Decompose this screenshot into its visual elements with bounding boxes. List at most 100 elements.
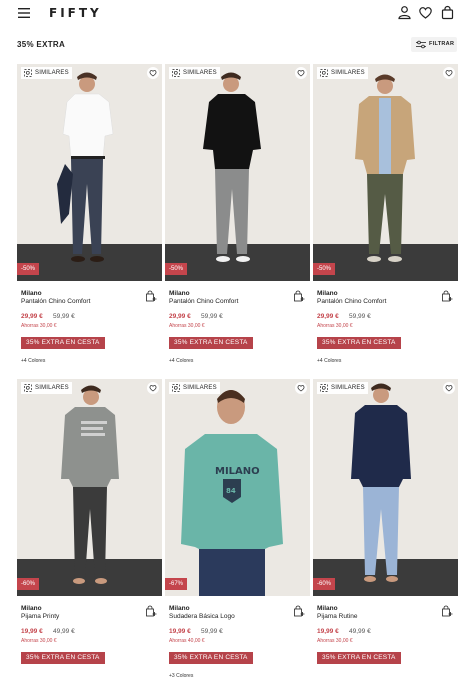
wishlist-button[interactable] xyxy=(295,67,307,79)
similar-label: SIMILARES xyxy=(35,70,69,76)
filter-label: FILTRAR xyxy=(429,41,455,47)
filter-button[interactable]: FILTRAR xyxy=(411,37,457,52)
add-to-bag-icon[interactable] xyxy=(293,605,305,617)
wishlist-button[interactable] xyxy=(147,382,159,394)
wishlist-button[interactable] xyxy=(443,382,455,394)
promo-tag: 35% EXTRA EN CESTA xyxy=(317,652,401,664)
savings-text: Ahorras 30,00 € xyxy=(317,323,353,329)
heart-icon xyxy=(445,385,453,392)
model-teal-sweatshirt-image: MILANO 84 xyxy=(165,379,310,596)
visual-search-icon xyxy=(172,384,180,392)
discount-badge: -60% xyxy=(17,578,40,590)
heart-icon xyxy=(149,385,157,392)
product-image[interactable]: SIMILARES -50% xyxy=(17,64,162,281)
savings-text: Ahorras 30,00 € xyxy=(169,323,205,329)
product-image[interactable]: SIMILARES -60% xyxy=(313,379,458,596)
product-image[interactable]: SIMILARES -50% xyxy=(165,64,310,281)
similar-button[interactable]: SIMILARES xyxy=(21,382,72,394)
product-brand: Milano xyxy=(21,290,42,297)
product-image[interactable]: SIMILARES -50% xyxy=(313,64,458,281)
visual-search-icon xyxy=(320,69,328,77)
model-grey-pajama-image xyxy=(17,379,162,596)
product-brand: Milano xyxy=(317,290,338,297)
visual-search-icon xyxy=(172,69,180,77)
promo-tag: 35% EXTRA EN CESTA xyxy=(21,652,105,664)
bag-icon[interactable] xyxy=(440,5,455,20)
discount-badge: -50% xyxy=(165,263,188,275)
product-name[interactable]: Pantalón Chino Comfort xyxy=(21,298,90,305)
similar-label: SIMILARES xyxy=(331,70,365,76)
similar-label: SIMILARES xyxy=(35,385,69,391)
model-navy-pajama-image xyxy=(313,379,458,596)
promo-tag: 35% EXTRA EN CESTA xyxy=(169,337,253,349)
sale-price: 19,99 € xyxy=(317,628,339,635)
model-beige-jacket-image xyxy=(313,64,458,281)
product-name[interactable]: Pantalón Chino Comfort xyxy=(317,298,386,305)
savings-text: Ahorras 40,00 € xyxy=(169,638,205,644)
color-count[interactable]: +4 Colores xyxy=(21,358,45,364)
original-price: 49,99 € xyxy=(349,628,371,635)
model-black-polo-image xyxy=(165,64,310,281)
sliders-icon xyxy=(416,40,426,49)
similar-button[interactable]: SIMILARES xyxy=(21,67,72,79)
sale-price: 29,99 € xyxy=(21,313,43,320)
add-to-bag-icon[interactable] xyxy=(145,290,157,302)
page-title: 35% EXTRA xyxy=(17,40,66,49)
heart-icon xyxy=(297,385,305,392)
product-brand: Milano xyxy=(169,605,190,612)
product-name[interactable]: Pijama Rutine xyxy=(317,613,357,620)
wishlist-button[interactable] xyxy=(147,67,159,79)
heart-icon xyxy=(445,70,453,77)
heart-icon xyxy=(297,70,305,77)
discount-badge: -60% xyxy=(313,578,336,590)
product-brand: Milano xyxy=(21,605,42,612)
product-name[interactable]: Pantalón Chino Comfort xyxy=(169,298,238,305)
sale-price: 19,99 € xyxy=(169,628,191,635)
model-white-shirt-image xyxy=(17,64,162,281)
similar-button[interactable]: SIMILARES xyxy=(317,67,368,79)
product-name[interactable]: Pijama Printy xyxy=(21,613,59,620)
original-price: 49,99 € xyxy=(53,628,75,635)
sale-price: 19,99 € xyxy=(21,628,43,635)
savings-text: Ahorras 30,00 € xyxy=(21,323,57,329)
promo-tag: 35% EXTRA EN CESTA xyxy=(21,337,105,349)
svg-text:MILANO: MILANO xyxy=(215,466,260,477)
add-to-bag-icon[interactable] xyxy=(145,605,157,617)
product-image[interactable]: MILANO 84 SIMILARES -67% xyxy=(165,379,310,596)
original-price: 59,99 € xyxy=(53,313,75,320)
top-header: FIFTY xyxy=(0,0,475,28)
similar-button[interactable]: SIMILARES xyxy=(317,382,368,394)
visual-search-icon xyxy=(320,384,328,392)
similar-button[interactable]: SIMILARES xyxy=(169,67,220,79)
product-brand: Milano xyxy=(317,605,338,612)
savings-text: Ahorras 30,00 € xyxy=(21,638,57,644)
heart-icon[interactable] xyxy=(418,5,433,20)
color-count[interactable]: +3 Colores xyxy=(169,673,193,679)
promo-tag: 35% EXTRA EN CESTA xyxy=(317,337,401,349)
sale-price: 29,99 € xyxy=(317,313,339,320)
similar-button[interactable]: SIMILARES xyxy=(169,382,220,394)
add-to-bag-icon[interactable] xyxy=(441,605,453,617)
svg-text:84: 84 xyxy=(226,487,236,495)
similar-label: SIMILARES xyxy=(331,385,365,391)
discount-badge: -67% xyxy=(165,578,188,590)
color-count[interactable]: +4 Colores xyxy=(317,358,341,364)
similar-label: SIMILARES xyxy=(183,385,217,391)
brand-logo[interactable]: FIFTY xyxy=(49,6,102,20)
discount-badge: -50% xyxy=(313,263,336,275)
wishlist-button[interactable] xyxy=(295,382,307,394)
product-image[interactable]: SIMILARES -60% xyxy=(17,379,162,596)
discount-badge: -50% xyxy=(17,263,40,275)
visual-search-icon xyxy=(24,69,32,77)
savings-text: Ahorras 30,00 € xyxy=(317,638,353,644)
add-to-bag-icon[interactable] xyxy=(441,290,453,302)
add-to-bag-icon[interactable] xyxy=(293,290,305,302)
user-icon[interactable] xyxy=(397,5,412,20)
menu-icon[interactable] xyxy=(17,6,31,20)
wishlist-button[interactable] xyxy=(443,67,455,79)
product-name[interactable]: Sudadera Básica Logo xyxy=(169,613,235,620)
color-count[interactable]: +4 Colores xyxy=(169,358,193,364)
promo-tag: 35% EXTRA EN CESTA xyxy=(169,652,253,664)
sale-price: 29,99 € xyxy=(169,313,191,320)
similar-label: SIMILARES xyxy=(183,70,217,76)
